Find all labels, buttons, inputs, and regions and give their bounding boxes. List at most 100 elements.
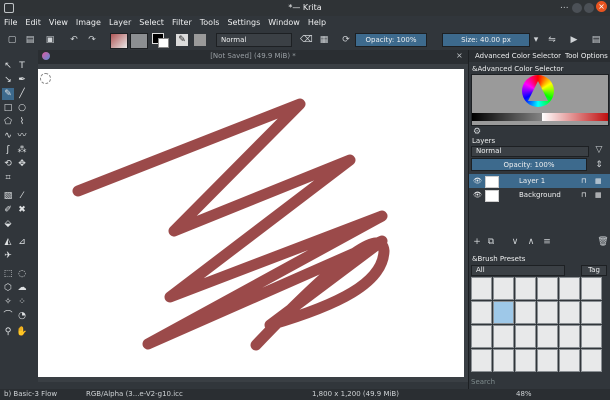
duplicate-layer-icon[interactable]: ⧉ — [485, 236, 497, 248]
freehand-brush-icon[interactable]: ✎ — [2, 88, 14, 100]
alpha-lock-icon[interactable]: ▦ — [595, 174, 602, 188]
layer-properties-icon[interactable]: ≡ — [541, 236, 553, 248]
menu-help[interactable]: Help — [304, 16, 330, 30]
brush-preset-selected[interactable] — [493, 301, 514, 324]
redo-icon[interactable]: ↷ — [86, 34, 98, 46]
pattern-preset-icon[interactable] — [194, 34, 206, 46]
menu-select[interactable]: Select — [135, 16, 168, 30]
menu-layer[interactable]: Layer — [105, 16, 135, 30]
dynamic-brush-icon[interactable]: ʃ — [2, 144, 14, 156]
move-up-icon[interactable]: ∧ — [525, 236, 537, 248]
size-slider[interactable]: Size: 40.00 px — [442, 33, 530, 47]
multibrush-icon[interactable]: ⁂ — [16, 144, 28, 156]
layer-name[interactable]: Background — [519, 188, 561, 202]
layers-opacity-slider[interactable]: Opacity: 100% — [471, 158, 587, 171]
brush-preset[interactable] — [493, 277, 514, 300]
brush-tag-button[interactable]: Tag — [581, 265, 607, 276]
brush-preset[interactable] — [493, 325, 514, 348]
freehand-path-icon[interactable]: 〰 — [16, 130, 28, 142]
select-shapes-icon[interactable]: ↖ — [2, 60, 14, 72]
layer-name[interactable]: Layer 1 — [519, 174, 545, 188]
maximize-button[interactable] — [584, 3, 594, 13]
workspace-chooser-icon[interactable]: ▤ — [590, 34, 602, 46]
gradient-tool-icon[interactable]: ▧ — [2, 190, 14, 202]
add-layer-icon[interactable]: + — [471, 236, 483, 248]
status-zoom[interactable]: 48% — [516, 390, 532, 398]
brush-preset[interactable] — [559, 277, 580, 300]
text-tool-icon[interactable]: T — [16, 60, 28, 72]
menu-view[interactable]: View — [45, 16, 72, 30]
freehand-select-icon[interactable]: ☁ — [16, 282, 28, 294]
layer-options-icon[interactable]: ⇕ — [593, 159, 605, 171]
smart-patch-icon[interactable]: ✖ — [16, 204, 28, 216]
layers-blend-dropdown[interactable]: Normal — [471, 146, 589, 157]
polygon-tool-icon[interactable]: ⬠ — [2, 116, 14, 128]
gradient-swatch[interactable] — [110, 33, 128, 49]
brush-tag-filter[interactable]: All — [471, 265, 565, 276]
brush-preset[interactable] — [537, 277, 558, 300]
brush-preset[interactable] — [471, 325, 492, 348]
ellipse-select-icon[interactable]: ◌ — [16, 268, 28, 280]
mirror-horizontal-icon[interactable]: ⇋ — [546, 34, 558, 46]
calligraphy-icon[interactable]: ✒ — [16, 74, 28, 86]
brush-preset[interactable] — [515, 349, 536, 372]
menu-edit[interactable]: Edit — [21, 16, 45, 30]
reference-tool-icon[interactable]: ✈ — [2, 250, 14, 262]
eraser-icon[interactable]: ⌫ — [300, 34, 313, 46]
brush-preset[interactable] — [471, 349, 492, 372]
brush-preset[interactable] — [559, 349, 580, 372]
color-selector-panel[interactable] — [471, 74, 609, 126]
window-options-icon[interactable]: ... — [560, 1, 569, 11]
menu-filter[interactable]: Filter — [168, 16, 196, 30]
preserve-alpha-icon[interactable]: ▦ — [318, 34, 330, 46]
brush-preset[interactable] — [515, 301, 536, 324]
lock-icon[interactable]: ⊓ — [581, 188, 586, 202]
undo-icon[interactable]: ↶ — [68, 34, 80, 46]
foreground-background-color[interactable] — [152, 33, 169, 48]
bezier-select-icon[interactable]: ⌒ — [2, 310, 14, 322]
brush-preset[interactable] — [581, 277, 602, 300]
tab-tool-options[interactable]: Tool Options — [565, 52, 608, 60]
menu-file[interactable]: File — [0, 16, 21, 30]
brush-preset[interactable] — [537, 349, 558, 372]
brush-preset[interactable] — [515, 277, 536, 300]
menu-image[interactable]: Image — [72, 16, 105, 30]
canvas[interactable] — [38, 69, 464, 377]
layer-row-layer1[interactable]: 👁 Layer 1 ⊓ ▦ — [469, 174, 610, 188]
line-tool-icon[interactable]: ╱ — [16, 88, 28, 100]
similar-select-icon[interactable]: ⁘ — [16, 296, 28, 308]
colorize-mask-icon[interactable]: ✐ — [2, 204, 14, 216]
zoom-tool-icon[interactable]: ⚲ — [2, 326, 14, 338]
pan-tool-icon[interactable]: ✋ — [16, 326, 28, 338]
edit-shapes-icon[interactable]: ↘ — [2, 74, 14, 86]
close-tab-icon[interactable]: × — [456, 51, 463, 60]
new-document-icon[interactable]: ▢ — [6, 34, 18, 46]
transform-icon[interactable]: ⟲ — [2, 158, 14, 170]
alpha-lock-icon[interactable]: ▦ — [595, 188, 602, 202]
dropdown-arrow-icon[interactable]: ▾ — [530, 34, 542, 46]
menu-tools[interactable]: Tools — [196, 16, 224, 30]
ellipse-tool-icon[interactable]: ○ — [16, 102, 28, 114]
lock-icon[interactable]: ⊓ — [581, 174, 586, 188]
assistant-tool-icon[interactable]: ◭ — [2, 236, 14, 248]
color-picker-icon[interactable]: ⁄ — [16, 190, 28, 202]
close-button[interactable]: × — [596, 1, 607, 12]
minimize-button[interactable] — [572, 3, 582, 13]
rect-select-icon[interactable]: ⬚ — [2, 268, 14, 280]
menu-settings[interactable]: Settings — [223, 16, 264, 30]
layer-filter-icon[interactable]: ▽ — [593, 144, 605, 156]
layer-row-background[interactable]: 👁 Background ⊓ ▦ — [469, 188, 610, 202]
blend-mode-dropdown[interactable]: Normal — [216, 33, 292, 47]
saturation-gradient-bar[interactable] — [542, 113, 608, 121]
move-down-icon[interactable]: ∨ — [509, 236, 521, 248]
brush-preset[interactable] — [581, 349, 602, 372]
crop-tool-icon[interactable]: ⌗ — [2, 172, 14, 184]
fill-tool-icon[interactable]: ⬙ — [2, 218, 14, 230]
pattern-swatch[interactable] — [130, 33, 148, 49]
visibility-eye-icon[interactable]: 👁 — [473, 188, 482, 202]
menu-window[interactable]: Window — [264, 16, 304, 30]
brush-preset[interactable] — [515, 325, 536, 348]
measure-tool-icon[interactable]: ⊿ — [16, 236, 28, 248]
document-tab[interactable]: [Not Saved] (49.9 MiB) * × — [38, 50, 468, 64]
brush-preset[interactable] — [537, 325, 558, 348]
